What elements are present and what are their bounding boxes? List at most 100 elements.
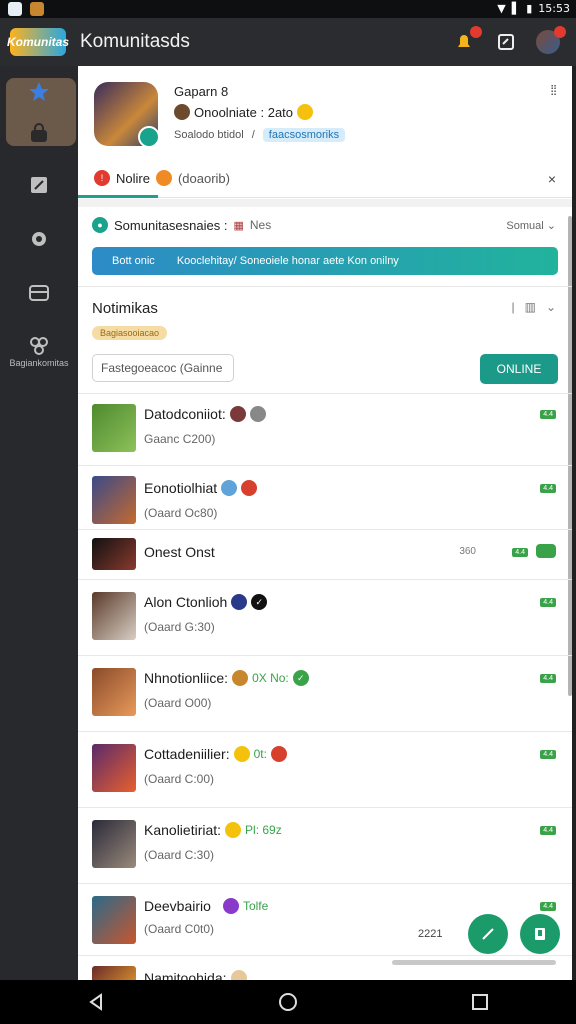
gear-icon bbox=[32, 232, 46, 246]
item-name-text: Datodconiiot: bbox=[144, 406, 226, 422]
game-header: Gaparn 8 Onoolniate : 2ato Soalodo btido… bbox=[78, 66, 572, 164]
online-button[interactable]: ONLINE bbox=[480, 354, 558, 384]
star-icon bbox=[29, 82, 49, 101]
pencil-icon bbox=[482, 928, 494, 940]
item-extra: 0t: bbox=[253, 747, 267, 761]
sidebar-item-community[interactable]: Bagiankomitas bbox=[0, 334, 78, 368]
compose-button[interactable] bbox=[468, 914, 508, 954]
search-input[interactable] bbox=[92, 354, 234, 382]
tab-underline bbox=[78, 195, 158, 198]
close-icon[interactable]: × bbox=[548, 171, 556, 187]
avatar-icon bbox=[229, 406, 246, 422]
list-item[interactable]: Datodconiiot: Gaanc C200) 4.4 bbox=[78, 394, 572, 466]
system-nav-bar bbox=[0, 980, 576, 1024]
list-item[interactable]: Alon Ctonlioh ✓ (Oaard G:30) 4.4 bbox=[78, 580, 572, 656]
item-name-text: Onest Onst bbox=[144, 544, 215, 560]
community-row: ● Somunitasesnaies : ▦ Nes bbox=[92, 217, 271, 233]
item-sub: (Oaard C:30) bbox=[144, 848, 215, 862]
check-icon: ✓ bbox=[251, 594, 268, 610]
item-sub: (Oaard C0t0) bbox=[144, 922, 215, 936]
list-item[interactable]: Namitoohida: bbox=[78, 956, 572, 980]
tab-label: Nolire bbox=[116, 170, 150, 186]
recents-icon[interactable] bbox=[471, 993, 489, 1011]
list-item[interactable]: Cottadeniilier: 0t: (Oaard C:00) 4.4 bbox=[78, 732, 572, 808]
more-options-button[interactable]: ⁞⁞ bbox=[550, 82, 557, 98]
avatar-icon bbox=[222, 898, 239, 914]
check-toggle[interactable] bbox=[536, 544, 556, 558]
sort-dropdown[interactable]: Somual ⌄ bbox=[506, 219, 556, 232]
category-chip[interactable]: Bagiasooiacao bbox=[92, 326, 168, 340]
game-art-thumbnail bbox=[92, 592, 136, 640]
home-icon[interactable] bbox=[278, 992, 298, 1012]
messages-button[interactable] bbox=[494, 30, 518, 54]
app-notification-icon bbox=[8, 2, 22, 16]
app-logo[interactable]: Komunitas bbox=[7, 28, 69, 56]
divider: | bbox=[511, 300, 515, 314]
smiley-icon bbox=[225, 822, 242, 838]
slash-divider: / bbox=[251, 129, 255, 141]
item-name-text: Eonotiolhiat bbox=[144, 480, 218, 496]
item-name: Deevbairio Tolfe bbox=[144, 898, 268, 914]
tab-extra: (doaorib) bbox=[177, 170, 230, 186]
list-item[interactable]: Nhnotionliice: 0X No: ✓ (Oaard O00) 4.4 bbox=[78, 656, 572, 732]
sidebar-item-inbox[interactable] bbox=[0, 282, 78, 304]
tab-online[interactable]: ! Nolire (doaorib) bbox=[94, 170, 230, 186]
banner-right: Kooclehitay/ Soneoiele honar aete Kon on… bbox=[176, 255, 399, 267]
item-sub: Gaanc C200) bbox=[144, 432, 216, 446]
game-subtitle: Onoolniate : 2ato bbox=[174, 104, 314, 120]
avatar-icon bbox=[174, 104, 190, 120]
sidebar: Bagiankomitas bbox=[0, 66, 78, 980]
filter-icon[interactable]: ▥ bbox=[525, 300, 536, 314]
sidebar-item-home[interactable] bbox=[0, 80, 78, 104]
item-extra: Pl: 69z bbox=[245, 823, 282, 837]
item-name-text: Deevbairio bbox=[144, 898, 211, 914]
smiley-icon bbox=[230, 970, 247, 980]
sidebar-item-edit[interactable] bbox=[0, 174, 78, 196]
app-bar: Komunitas Komunitasds bbox=[0, 18, 576, 66]
notifications-section: Notimikas | ▥ ⌄ Bagiasooiacao ONLINE bbox=[78, 288, 572, 394]
edit-box-icon bbox=[498, 34, 514, 50]
game-thumbnail[interactable] bbox=[94, 82, 160, 148]
list-item[interactable]: Onest Onst 360 4.4 bbox=[78, 530, 572, 580]
group-icon bbox=[30, 337, 48, 355]
game-art-thumbnail bbox=[92, 476, 136, 524]
list-item[interactable]: Eonotiolhiat (Oaard Oc80) 4.4 bbox=[78, 466, 572, 530]
level-tag: 4.4 bbox=[540, 750, 556, 759]
sidebar-item-locker[interactable] bbox=[0, 122, 78, 144]
item-name: Namitoohida: bbox=[144, 970, 247, 980]
game-art-thumbnail bbox=[92, 744, 136, 792]
bookmark-icon bbox=[535, 928, 545, 940]
item-extra: 360 bbox=[459, 546, 476, 557]
meta-pill[interactable]: faacsosmoriks bbox=[262, 128, 346, 142]
item-sub: (Oaard C:00) bbox=[144, 772, 215, 786]
subtitle-text: Onoolniate : 2ato bbox=[194, 104, 294, 120]
item-extra: 0X No: bbox=[252, 671, 289, 685]
item-name: Kanolietiriat: Pl: 69z bbox=[144, 822, 282, 838]
item-sub: (Oaard O00) bbox=[144, 696, 212, 710]
profile-avatar[interactable] bbox=[536, 26, 566, 54]
section-title: Notimikas bbox=[92, 300, 158, 317]
sidebar-item-settings[interactable] bbox=[0, 228, 78, 250]
banner-left: Bott onic bbox=[112, 255, 155, 267]
list-item[interactable]: Kanolietiriat: Pl: 69z (Oaard C:30) 4.4 bbox=[78, 808, 572, 884]
community-label: Somunitasesnaies : bbox=[114, 217, 228, 233]
back-icon[interactable] bbox=[87, 993, 105, 1011]
level-tag: 4.4 bbox=[512, 548, 528, 557]
section-divider bbox=[78, 199, 572, 207]
check-icon: ✓ bbox=[292, 670, 309, 686]
avatar-icon bbox=[231, 594, 248, 610]
chevron-down-icon[interactable]: ⌄ bbox=[546, 300, 556, 314]
inbox-icon bbox=[29, 285, 49, 301]
bookmark-button[interactable] bbox=[520, 914, 560, 954]
game-art-thumbnail bbox=[92, 966, 136, 980]
page-title: Komunitasds bbox=[80, 31, 190, 52]
horizontal-scrollbar[interactable] bbox=[392, 960, 556, 965]
game-art-thumbnail bbox=[92, 538, 136, 570]
download-icon bbox=[30, 2, 44, 16]
community-panel: Gaparn 8 Onoolniate : 2ato Soalodo btido… bbox=[78, 66, 572, 980]
community-section: ● Somunitasesnaies : ▦ Nes Somual ⌄ Bott… bbox=[78, 207, 572, 287]
game-art-thumbnail bbox=[92, 668, 136, 716]
community-banner[interactable]: Bott onic Kooclehitay/ Soneoiele honar a… bbox=[92, 247, 558, 275]
notifications-button[interactable] bbox=[452, 26, 482, 54]
battery-icon: ▮ bbox=[526, 2, 533, 15]
